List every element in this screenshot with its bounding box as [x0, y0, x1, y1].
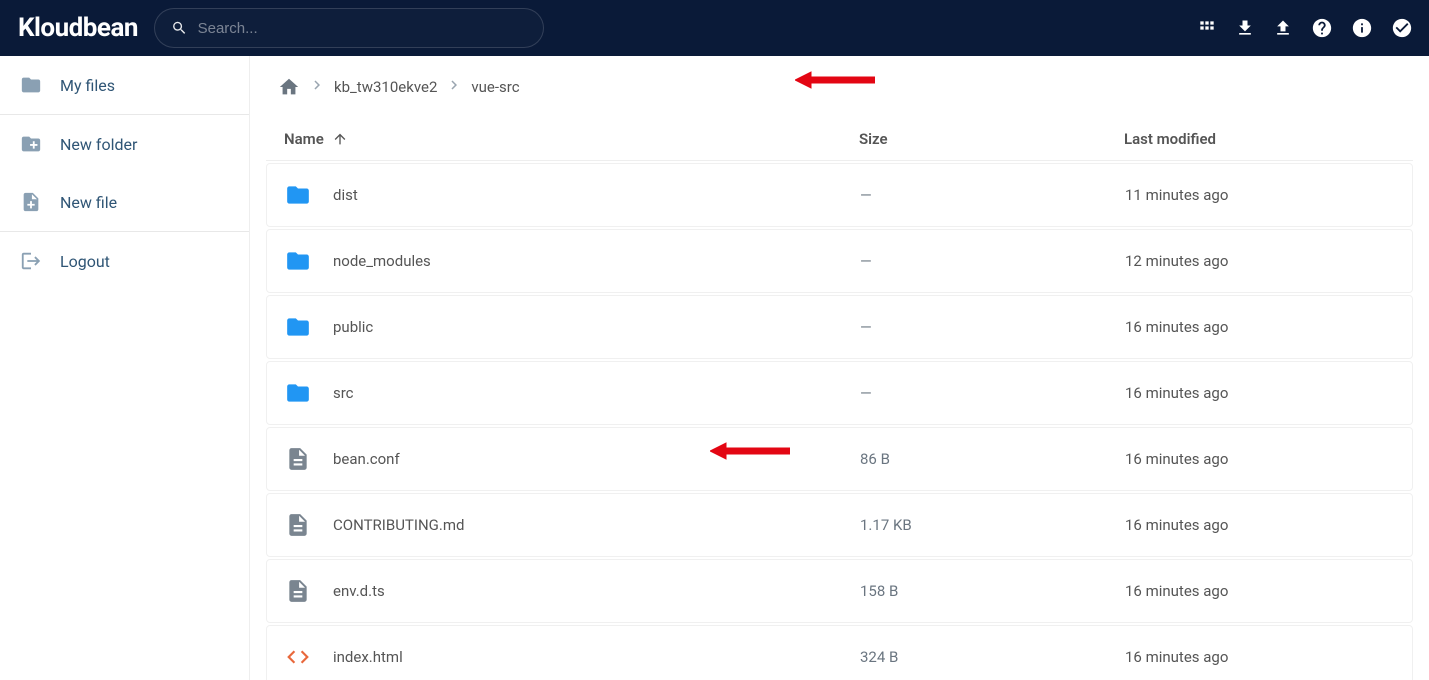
file-name: public	[333, 318, 860, 336]
sidebar-item-label: My files	[60, 76, 115, 95]
logout-icon	[20, 250, 42, 272]
file-modified: 16 minutes ago	[1125, 384, 1394, 402]
file-name: index.html	[333, 648, 860, 666]
file-row[interactable]: public—16 minutes ago	[266, 295, 1413, 359]
document-icon	[285, 512, 311, 538]
search-icon	[171, 19, 188, 37]
file-size: 1.17 KB	[860, 516, 1125, 534]
download-icon[interactable]	[1235, 18, 1255, 38]
folder-icon	[20, 74, 42, 96]
file-size: —	[860, 384, 1125, 402]
file-modified: 12 minutes ago	[1125, 252, 1394, 270]
sidebar-item-new-folder[interactable]: New folder	[0, 115, 249, 173]
sidebar-item-label: New file	[60, 193, 117, 212]
sidebar: My files New folder New file Logout	[0, 56, 250, 680]
sort-ascending-icon	[332, 131, 348, 147]
chevron-right-icon	[308, 76, 326, 98]
file-modified: 16 minutes ago	[1125, 318, 1394, 336]
file-row[interactable]: src—16 minutes ago	[266, 361, 1413, 425]
main-content: kb_tw310ekve2 vue-src Name Size Last mod…	[250, 56, 1429, 680]
grid-view-icon[interactable]	[1197, 18, 1217, 38]
help-icon[interactable]	[1311, 17, 1333, 39]
file-row[interactable]: CONTRIBUTING.md1.17 KB16 minutes ago	[266, 493, 1413, 557]
sidebar-item-logout[interactable]: Logout	[0, 232, 249, 290]
file-name: node_modules	[333, 252, 860, 270]
document-icon	[285, 446, 311, 472]
folder-icon	[285, 380, 311, 406]
table-header: Name Size Last modified	[266, 118, 1413, 161]
column-header-modified[interactable]: Last modified	[1124, 130, 1395, 148]
file-modified: 16 minutes ago	[1125, 516, 1394, 534]
file-row[interactable]: index.html324 B16 minutes ago	[266, 625, 1413, 680]
file-size: 324 B	[860, 648, 1125, 666]
search-container[interactable]	[154, 8, 544, 48]
file-name: dist	[333, 186, 860, 204]
document-icon	[285, 578, 311, 604]
app-header: Kloudbean	[0, 0, 1429, 56]
file-size: —	[860, 186, 1125, 204]
sidebar-item-label: New folder	[60, 135, 137, 154]
file-modified: 16 minutes ago	[1125, 648, 1394, 666]
file-name: env.d.ts	[333, 582, 860, 600]
upload-icon[interactable]	[1273, 18, 1293, 38]
breadcrumb: kb_tw310ekve2 vue-src	[266, 56, 1413, 118]
breadcrumb-current[interactable]: vue-src	[471, 78, 519, 96]
file-row[interactable]: node_modules—12 minutes ago	[266, 229, 1413, 293]
file-modified: 16 minutes ago	[1125, 582, 1394, 600]
file-size: 86 B	[860, 450, 1125, 468]
new-file-icon	[20, 191, 42, 213]
file-size: —	[860, 252, 1125, 270]
brand-text: Kloudbean	[18, 13, 138, 43]
column-header-size[interactable]: Size	[859, 130, 1124, 148]
code-icon	[285, 644, 311, 670]
file-list: dist—11 minutes agonode_modules—12 minut…	[266, 163, 1413, 680]
sidebar-item-label: Logout	[60, 252, 110, 271]
check-circle-icon[interactable]	[1391, 17, 1413, 39]
header-actions	[1197, 17, 1413, 39]
chevron-right-icon	[445, 76, 463, 98]
file-row[interactable]: env.d.ts158 B16 minutes ago	[266, 559, 1413, 623]
new-folder-icon	[20, 133, 42, 155]
search-input[interactable]	[198, 20, 527, 37]
folder-icon	[285, 182, 311, 208]
file-modified: 16 minutes ago	[1125, 450, 1394, 468]
file-row[interactable]: dist—11 minutes ago	[266, 163, 1413, 227]
sidebar-item-my-files[interactable]: My files	[0, 56, 249, 115]
file-size: —	[860, 318, 1125, 336]
column-header-name[interactable]: Name	[284, 130, 859, 148]
home-icon[interactable]	[278, 76, 300, 98]
file-size: 158 B	[860, 582, 1125, 600]
info-icon[interactable]	[1351, 17, 1373, 39]
file-name: src	[333, 384, 860, 402]
folder-icon	[285, 248, 311, 274]
folder-icon	[285, 314, 311, 340]
file-name: bean.conf	[333, 450, 860, 468]
file-name: CONTRIBUTING.md	[333, 516, 860, 534]
file-row[interactable]: bean.conf86 B16 minutes ago	[266, 427, 1413, 491]
file-modified: 11 minutes ago	[1125, 186, 1394, 204]
sidebar-item-new-file[interactable]: New file	[0, 173, 249, 232]
breadcrumb-link[interactable]: kb_tw310ekve2	[334, 78, 437, 96]
brand-logo: Kloudbean	[16, 13, 138, 43]
